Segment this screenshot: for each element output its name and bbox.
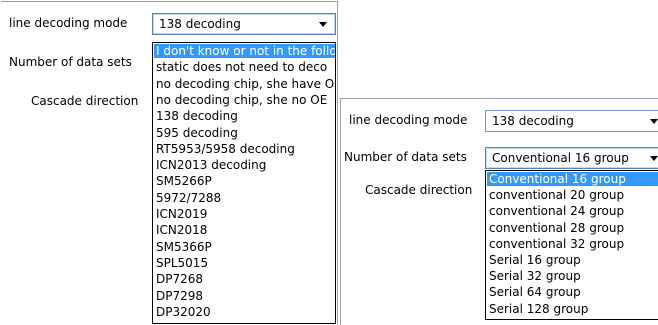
dropdown-option[interactable]: conventional 20 group (487, 188, 658, 202)
dropdown-option[interactable]: static does not need to deco (154, 60, 335, 74)
chevron-down-icon[interactable] (319, 22, 327, 27)
cascade-direction-label: Cascade direction (365, 183, 473, 197)
line-decoding-mode-label: line decoding mode (349, 113, 468, 127)
dropdown-option[interactable]: conventional 28 group (487, 221, 658, 235)
dropdown-option[interactable]: Serial 16 group (487, 253, 658, 267)
dropdown-option[interactable]: RT5953/5958 decoding (154, 142, 335, 156)
dropdown-option[interactable]: DP32020 (154, 305, 335, 319)
settings-panel-right: line decoding mode Number of data sets C… (340, 98, 658, 325)
dropdown-option[interactable]: Conventional 16 group (487, 172, 658, 186)
dropdown-option[interactable]: ICN2019 (154, 207, 335, 221)
dropdown-option[interactable]: 5972/7288 (154, 191, 335, 205)
line-decoding-mode-label: line decoding mode (9, 16, 128, 30)
dropdown-option[interactable]: Serial 128 group (487, 302, 658, 316)
dropdown-option[interactable]: I don't know or not in the follo (154, 44, 335, 58)
number-of-data-sets-label: Number of data sets (9, 55, 132, 69)
dropdown-option[interactable]: ICN2018 (154, 223, 335, 237)
dropdown-option[interactable]: Serial 32 group (487, 269, 658, 283)
line-decoding-mode-value: 138 decoding (492, 114, 574, 128)
line-decoding-mode-select[interactable]: 138 decoding (152, 13, 336, 35)
line-decoding-mode-select[interactable]: 138 decoding (485, 110, 658, 132)
line-decoding-mode-dropdown[interactable]: I don't know or not in the follo static d… (152, 42, 336, 324)
dropdown-option[interactable]: 138 decoding (154, 109, 335, 123)
number-of-data-sets-label: Number of data sets (344, 150, 467, 164)
chevron-down-icon[interactable] (650, 156, 658, 161)
chevron-down-icon[interactable] (650, 119, 658, 124)
dropdown-option[interactable]: SPL5015 (154, 256, 335, 270)
data-sets-select[interactable]: Conventional 16 group (485, 147, 658, 169)
cascade-direction-label: Cascade direction (31, 94, 139, 108)
dropdown-option[interactable]: 595 decoding (154, 126, 335, 140)
data-sets-dropdown[interactable]: Conventional 16 group conventional 20 gro… (485, 170, 658, 320)
dropdown-option[interactable]: ICN2013 decoding (154, 158, 335, 172)
dropdown-option[interactable]: Serial 64 group (487, 285, 658, 299)
dropdown-option[interactable]: no decoding chip, she have O (154, 77, 335, 91)
dropdown-option[interactable]: SM5366P (154, 240, 335, 254)
dropdown-option[interactable]: conventional 24 group (487, 204, 658, 218)
settings-panel-left: line decoding mode Number of data sets C… (1, 1, 338, 324)
line-decoding-mode-value: 138 decoding (159, 17, 241, 31)
dropdown-option[interactable]: DP7268 (154, 272, 335, 286)
dropdown-option[interactable]: DP7298 (154, 289, 335, 303)
dropdown-option[interactable]: conventional 32 group (487, 237, 658, 251)
data-sets-value: Conventional 16 group (492, 151, 629, 165)
dropdown-option[interactable]: no decoding chip, she no OE (154, 93, 335, 107)
dropdown-option[interactable]: SM5266P (154, 174, 335, 188)
